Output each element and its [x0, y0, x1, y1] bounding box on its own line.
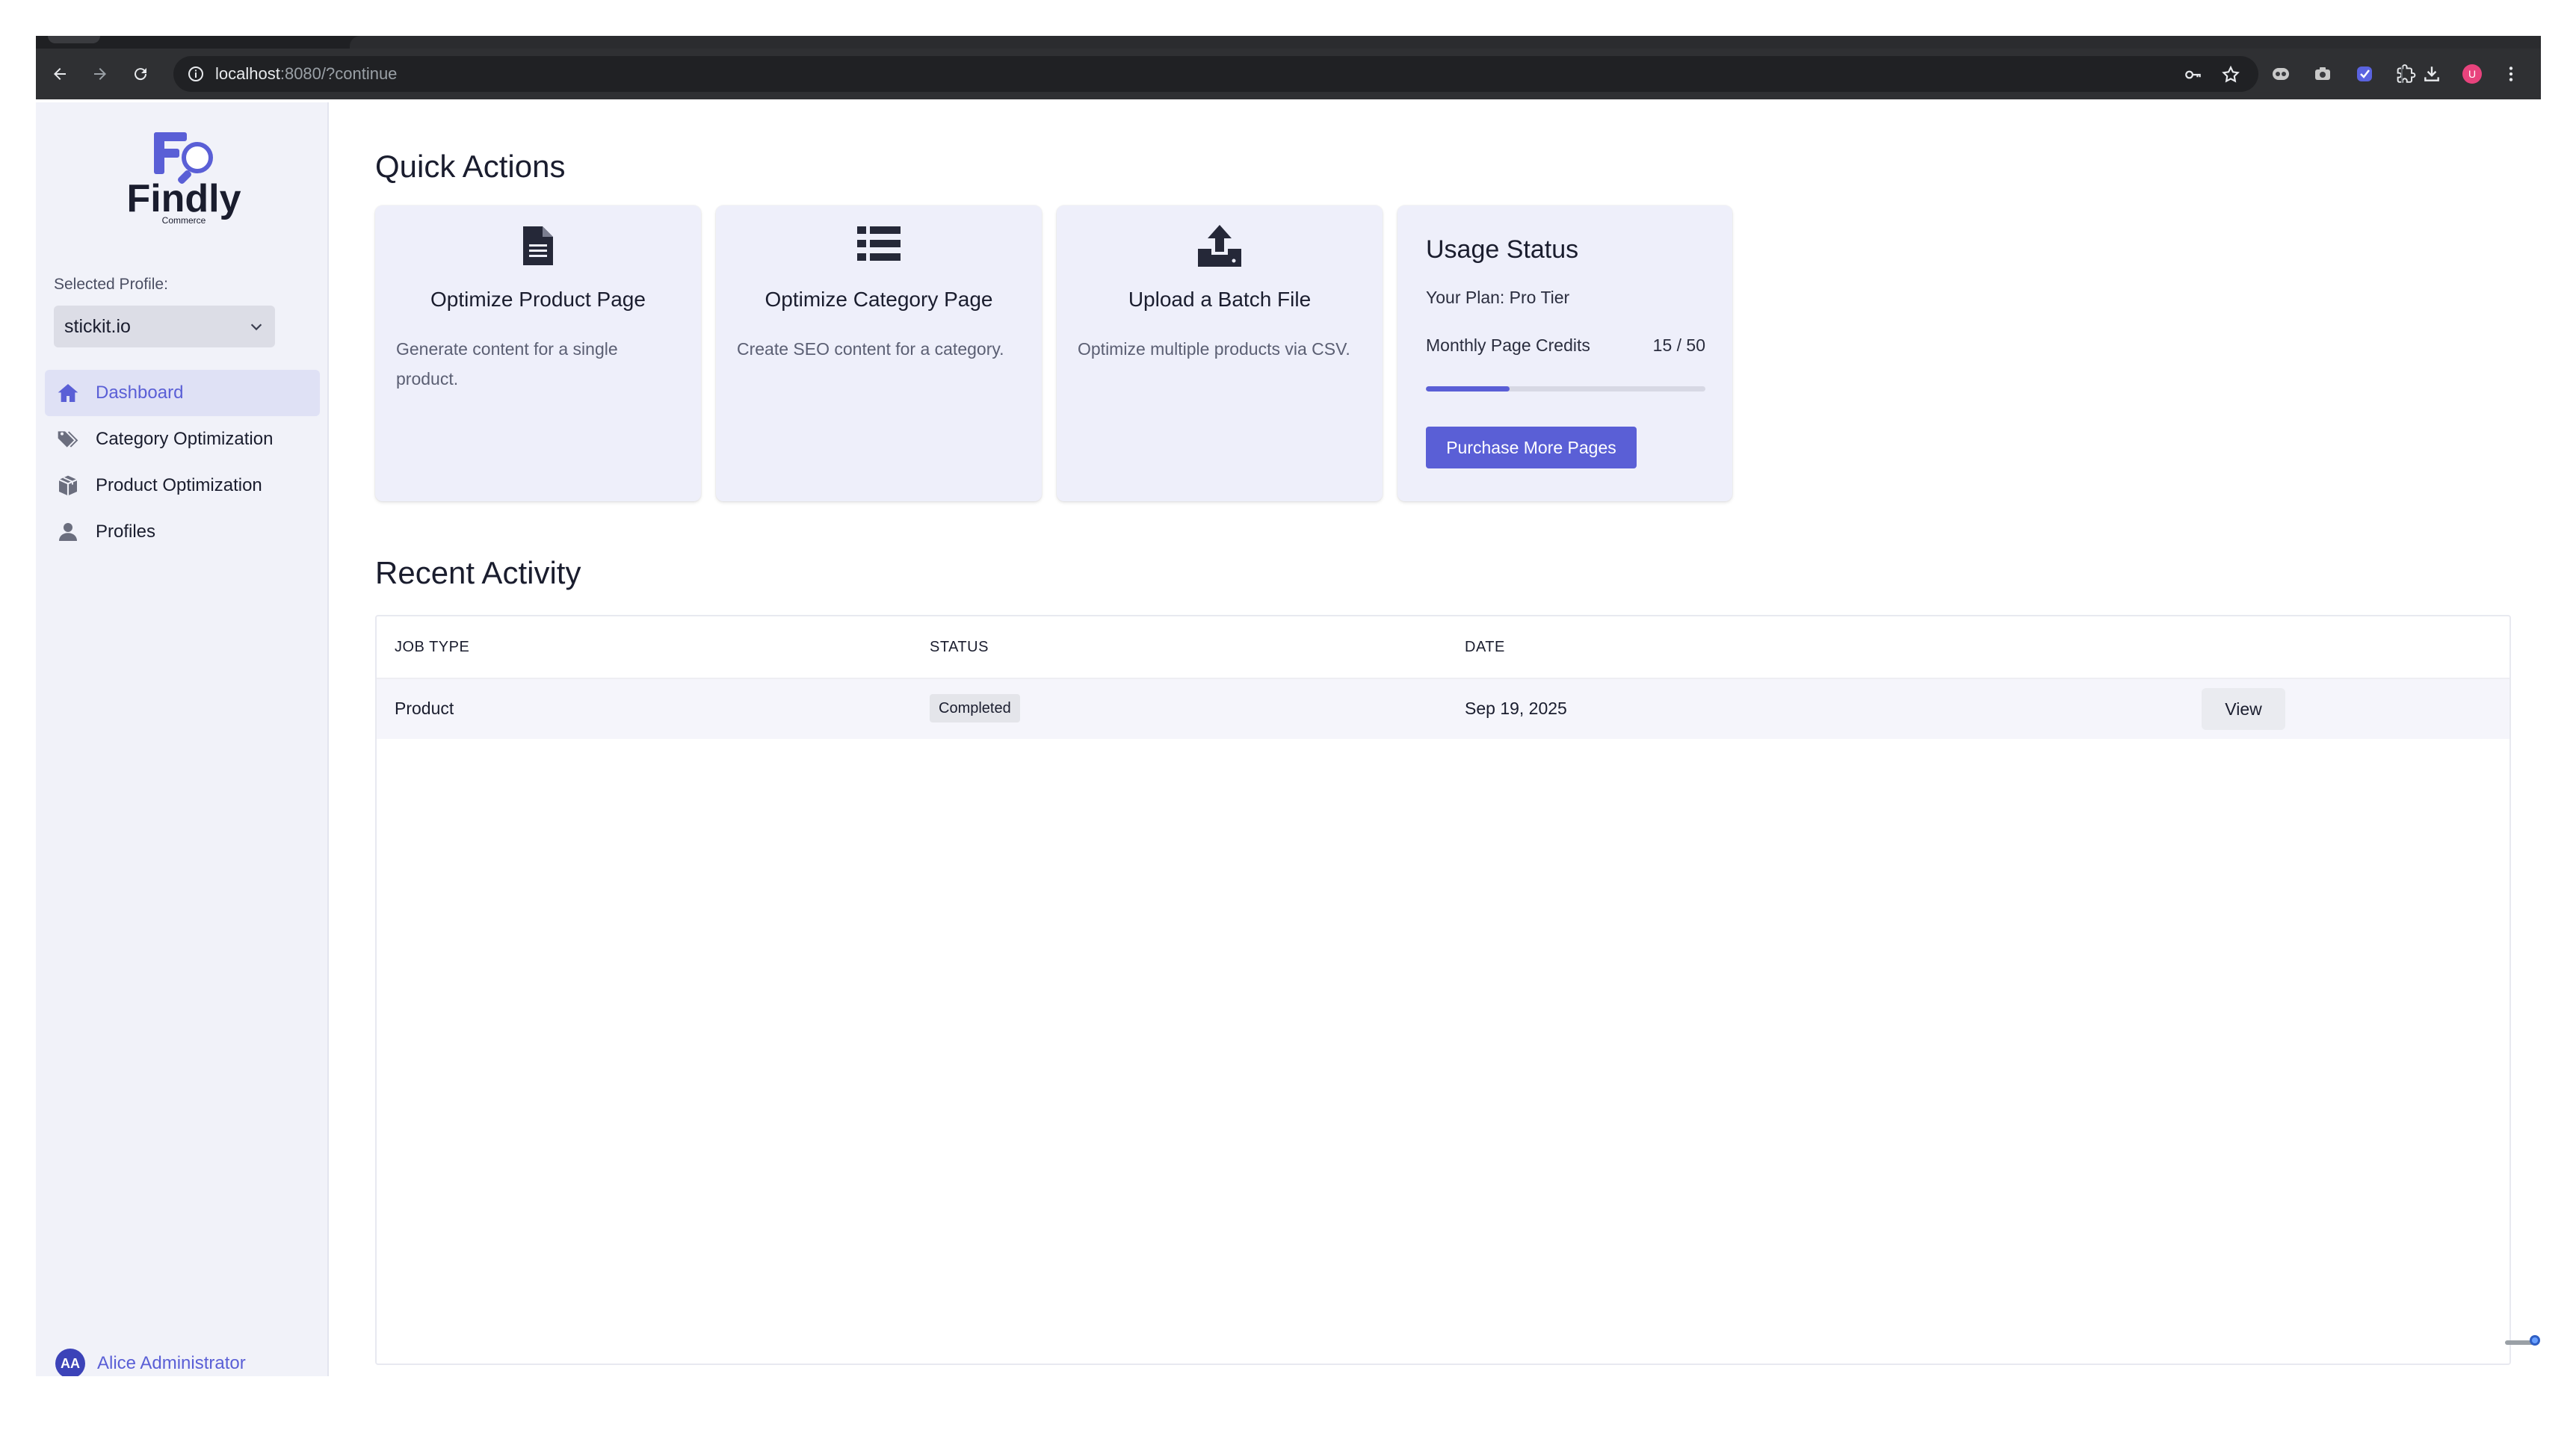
url-text[interactable]: localhost:8080/?continue	[215, 64, 397, 84]
usage-status-card: Usage Status Your Plan: Pro Tier Monthly…	[1397, 205, 1732, 501]
status-badge: Completed	[930, 694, 1020, 722]
selected-profile-label: Selected Profile:	[54, 276, 168, 293]
key-icon[interactable]	[2184, 65, 2203, 84]
sidebar-nav: Dashboard Category Optimization Product …	[45, 370, 320, 555]
browser-toolbar: localhost:8080/?continue U	[36, 49, 2541, 99]
sidebar-item-label: Dashboard	[96, 383, 184, 403]
reload-icon[interactable]	[126, 59, 155, 89]
user-name: Alice Administrator	[97, 1353, 246, 1373]
profile-initial: U	[2462, 64, 2482, 84]
sidebar-item-label: Profiles	[96, 521, 156, 542]
cell-date: Sep 19, 2025	[1465, 699, 1567, 718]
card-description: Create SEO content for a category.	[737, 339, 1004, 359]
card-title: Optimize Category Page	[765, 288, 993, 311]
download-icon[interactable]	[2417, 59, 2447, 89]
current-user[interactable]: AA Alice Administrator	[55, 1349, 246, 1376]
column-header-job-type: JOB TYPE	[395, 639, 470, 655]
recent-activity-heading: Recent Activity	[375, 555, 581, 590]
document-icon	[375, 225, 701, 270]
card-description: Generate content for a single product.	[396, 339, 618, 389]
back-icon[interactable]	[45, 59, 75, 89]
card-title: Upload a Batch File	[1128, 288, 1312, 311]
list-icon	[716, 225, 1042, 270]
home-icon	[55, 380, 81, 406]
optimize-category-card[interactable]: Optimize Category Page Create SEO conten…	[716, 205, 1042, 501]
quick-actions-heading: Quick Actions	[375, 149, 566, 184]
site-info-icon[interactable]	[187, 65, 205, 83]
profile-avatar-icon[interactable]: U	[2457, 59, 2487, 89]
extension-tampermonkey-icon[interactable]	[2266, 59, 2296, 89]
credits-progress-fill	[1426, 386, 1510, 391]
box-icon	[55, 473, 81, 498]
sidebar: Findly Commerce Selected Profile: sticki…	[36, 102, 329, 1376]
logo-text: Findly	[126, 177, 241, 220]
camera-extension-icon[interactable]	[2308, 59, 2338, 89]
column-header-status: STATUS	[930, 639, 989, 655]
address-bar[interactable]: localhost:8080/?continue	[173, 56, 2258, 92]
view-button[interactable]: View	[2202, 688, 2285, 730]
kebab-menu-icon[interactable]	[2496, 59, 2526, 89]
profile-select-value: stickit.io	[64, 315, 131, 337]
app-root: Findly Commerce Selected Profile: sticki…	[36, 102, 2541, 1376]
column-header-date: DATE	[1465, 639, 1505, 655]
usage-title: Usage Status	[1426, 235, 1579, 264]
sidebar-item-profiles[interactable]: Profiles	[45, 509, 320, 555]
browser-window: localhost:8080/?continue U Findly Commer…	[36, 36, 2541, 1376]
sidebar-item-dashboard[interactable]: Dashboard	[45, 370, 320, 416]
tab-strip	[36, 36, 2541, 49]
toolbar-separator	[2401, 66, 2403, 83]
credits-label: Monthly Page Credits	[1426, 335, 1590, 355]
plan-text: Your Plan: Pro Tier	[1426, 288, 1570, 307]
credits-progress-bar	[1426, 386, 1705, 391]
resize-handle-icon[interactable]	[2505, 1334, 2541, 1349]
chevron-down-icon	[250, 324, 262, 331]
url-host: localhost	[215, 64, 280, 83]
user-icon	[55, 519, 81, 545]
card-title: Optimize Product Page	[430, 288, 646, 311]
main-content: Quick Actions Optimize Product Page Gene…	[329, 102, 2541, 1376]
sidebar-item-label: Product Optimization	[96, 475, 262, 495]
optimize-product-card[interactable]: Optimize Product Page Generate content f…	[375, 205, 701, 501]
upload-batch-card[interactable]: Upload a Batch File Optimize multiple pr…	[1057, 205, 1383, 501]
card-description: Optimize multiple products via CSV.	[1078, 339, 1350, 359]
sidebar-item-category-optimization[interactable]: Category Optimization	[45, 416, 320, 462]
findly-logo[interactable]: Findly Commerce	[124, 128, 244, 226]
credits-value: 15 / 50	[1652, 335, 1705, 355]
forward-icon[interactable]	[85, 59, 115, 89]
avatar: AA	[55, 1349, 85, 1376]
recent-activity-table: JOB TYPE STATUS DATE Product Completed S…	[375, 615, 2511, 1365]
profile-select[interactable]: stickit.io	[54, 306, 275, 347]
active-tab[interactable]	[350, 36, 2541, 49]
upload-icon	[1057, 225, 1383, 270]
table-header: JOB TYPE STATUS DATE	[377, 616, 2509, 679]
tab-stub[interactable]	[48, 36, 100, 43]
url-path: :8080/?continue	[279, 64, 398, 83]
sidebar-item-product-optimization[interactable]: Product Optimization	[45, 462, 320, 509]
sidebar-item-label: Category Optimization	[96, 429, 274, 449]
cell-job-type: Product	[395, 699, 454, 718]
table-row[interactable]: Product Completed Sep 19, 2025 View	[377, 679, 2509, 739]
tags-icon	[55, 427, 81, 452]
star-icon[interactable]	[2221, 65, 2240, 84]
logo-subtext: Commerce	[162, 215, 206, 225]
purchase-more-pages-button[interactable]: Purchase More Pages	[1426, 427, 1637, 468]
check-extension-icon[interactable]	[2350, 59, 2379, 89]
